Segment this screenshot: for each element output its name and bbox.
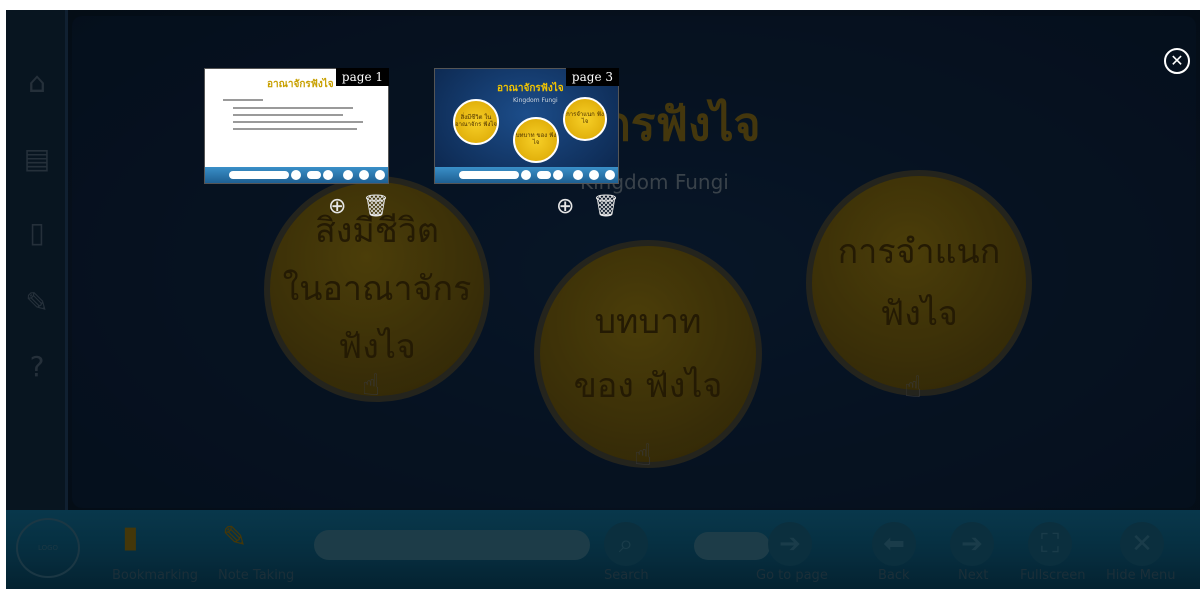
pointer-hand-icon: ☝ [634, 438, 653, 473]
note-taking-icon[interactable]: ✎ [222, 520, 282, 560]
flipbook-viewer: ⌂ ▤ ▯ ✎ ? จักรฟังไจ Kingdom Fungi สิ่งมี… [6, 10, 1200, 589]
help-icon[interactable]: ? [20, 350, 54, 384]
document-icon[interactable]: ▤ [20, 142, 54, 176]
back-label[interactable]: Back [878, 568, 910, 583]
thumbnail-toolbar [205, 167, 388, 183]
trash-icon[interactable]: 🗑 [362, 194, 390, 220]
next-label[interactable]: Next [958, 568, 988, 583]
pointer-hand-icon: ☝ [904, 370, 923, 405]
bottom-toolbar: LOGO ▮ Bookmarking ✎ Note Taking ⌕ Searc… [6, 510, 1200, 589]
back-arrow-icon[interactable]: ⬅ [872, 522, 916, 566]
circle-role-button[interactable]: บทบาท ของ ฟังไจ [534, 240, 762, 468]
close-icon[interactable]: ✕ [1164, 48, 1190, 74]
circle-line: ฟังไจ [880, 294, 958, 334]
thumbnail-title: อาณาจักรฟังไจ [267, 79, 334, 90]
circle-line: การจำแนก [837, 232, 1001, 272]
hide-menu-label[interactable]: Hide Menu [1106, 568, 1175, 583]
go-to-page-label[interactable]: Go to page [756, 568, 828, 583]
search-input[interactable] [314, 530, 590, 560]
zoom-in-icon[interactable]: ⊕ [556, 194, 574, 220]
thumbnail-circle: สิ่งมีชีวิต ในอาณาจักร ฟังไจ [453, 99, 499, 145]
fullscreen-label[interactable]: Fullscreen [1020, 568, 1085, 583]
note-taking-label[interactable]: Note Taking [218, 568, 294, 583]
search-icon[interactable]: ⌕ [604, 522, 648, 566]
thumbnail-page-label: page 3 [565, 68, 619, 86]
trash-icon[interactable]: 🗑 [592, 194, 620, 220]
logo: LOGO [16, 518, 80, 578]
thumbnail-title: อาณาจักรฟังไจ [497, 83, 564, 94]
hide-menu-icon[interactable]: ✕ [1120, 522, 1164, 566]
bookmark-icon[interactable]: ▮ [122, 520, 182, 560]
search-label[interactable]: Search [604, 568, 649, 583]
zoom-in-icon[interactable]: ⊕ [328, 194, 346, 220]
book-icon[interactable]: ▯ [20, 216, 54, 250]
circle-line: บทบาท [594, 302, 702, 342]
thumbnail-tools: ⊕ 🗑 [204, 194, 390, 220]
thumbnail-tools: ⊕ 🗑 [434, 194, 620, 220]
page-input[interactable] [694, 532, 770, 560]
thumbnail-circle: การจำแนก ฟังไจ [563, 97, 607, 141]
bookmark-thumbnail-page-3[interactable]: อาณาจักรฟังไจ Kingdom Fungi สิ่งมีชีวิต … [434, 68, 619, 184]
home-icon[interactable]: ⌂ [20, 66, 54, 100]
fullscreen-icon[interactable]: ⛶ [1028, 522, 1072, 566]
edit-icon[interactable]: ✎ [20, 286, 54, 320]
pointer-hand-icon: ☝ [362, 368, 381, 403]
thumbnail-toolbar [435, 167, 618, 183]
go-arrow-icon[interactable]: ➔ [768, 522, 812, 566]
bookmarking-label[interactable]: Bookmarking [112, 568, 198, 583]
circle-line: ของ ฟังไจ [573, 366, 723, 406]
next-arrow-icon[interactable]: ➔ [950, 522, 994, 566]
thumbnail-circle: บทบาท ของ ฟังไจ [513, 117, 559, 163]
thumbnail-page-label: page 1 [335, 68, 389, 86]
circle-classification-button[interactable]: การจำแนก ฟังไจ [806, 170, 1032, 396]
circle-line: ในอาณาจักร [282, 269, 472, 309]
bookmark-thumbnail-page-1[interactable]: อาณาจักรฟังไจ page 1 [204, 68, 389, 184]
left-sidebar: ⌂ ▤ ▯ ✎ ? [6, 10, 68, 510]
thumbnail-subtitle: Kingdom Fungi [513, 97, 558, 104]
